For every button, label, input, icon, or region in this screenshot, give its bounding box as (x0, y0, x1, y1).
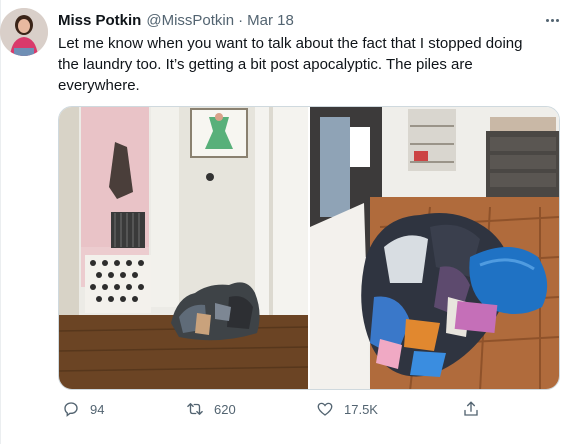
photo-bedroom-laundry[interactable] (310, 107, 559, 389)
share-button[interactable] (462, 400, 480, 418)
thread-line (0, 0, 1, 444)
more-icon[interactable] (542, 10, 562, 30)
author-name[interactable]: Miss Potkin (58, 12, 141, 29)
author-handle[interactable]: @MissPotkin (146, 12, 234, 29)
like-count: 17.5K (344, 401, 378, 417)
header-separator: · (238, 11, 244, 29)
tweet-text-line: Let me know when you want to talk about … (58, 35, 523, 52)
tweet-header: Miss Potkin @MissPotkin · Mar 18 (58, 10, 294, 30)
photo-hallway-laundry[interactable] (59, 107, 308, 389)
avatar[interactable] (0, 8, 48, 56)
action-bar: 94 620 17.5K (58, 400, 488, 422)
like-icon (317, 402, 333, 416)
tweet-date[interactable]: Mar 18 (247, 12, 294, 29)
retweet-icon (187, 403, 203, 415)
retweet-count: 620 (214, 401, 236, 417)
reply-button[interactable]: 94 (62, 400, 104, 418)
reply-count: 94 (90, 401, 105, 417)
retweet-button[interactable]: 620 (186, 400, 236, 418)
share-icon (464, 401, 478, 416)
media-grid (58, 106, 560, 390)
tweet-text-line: everywhere. (58, 77, 140, 94)
reply-icon (64, 402, 78, 417)
tweet-text-line: the laundry too. It’s getting a bit post… (58, 56, 473, 73)
tweet-text: Let me know when you want to talk about … (58, 33, 558, 96)
like-button[interactable]: 17.5K (316, 400, 378, 418)
